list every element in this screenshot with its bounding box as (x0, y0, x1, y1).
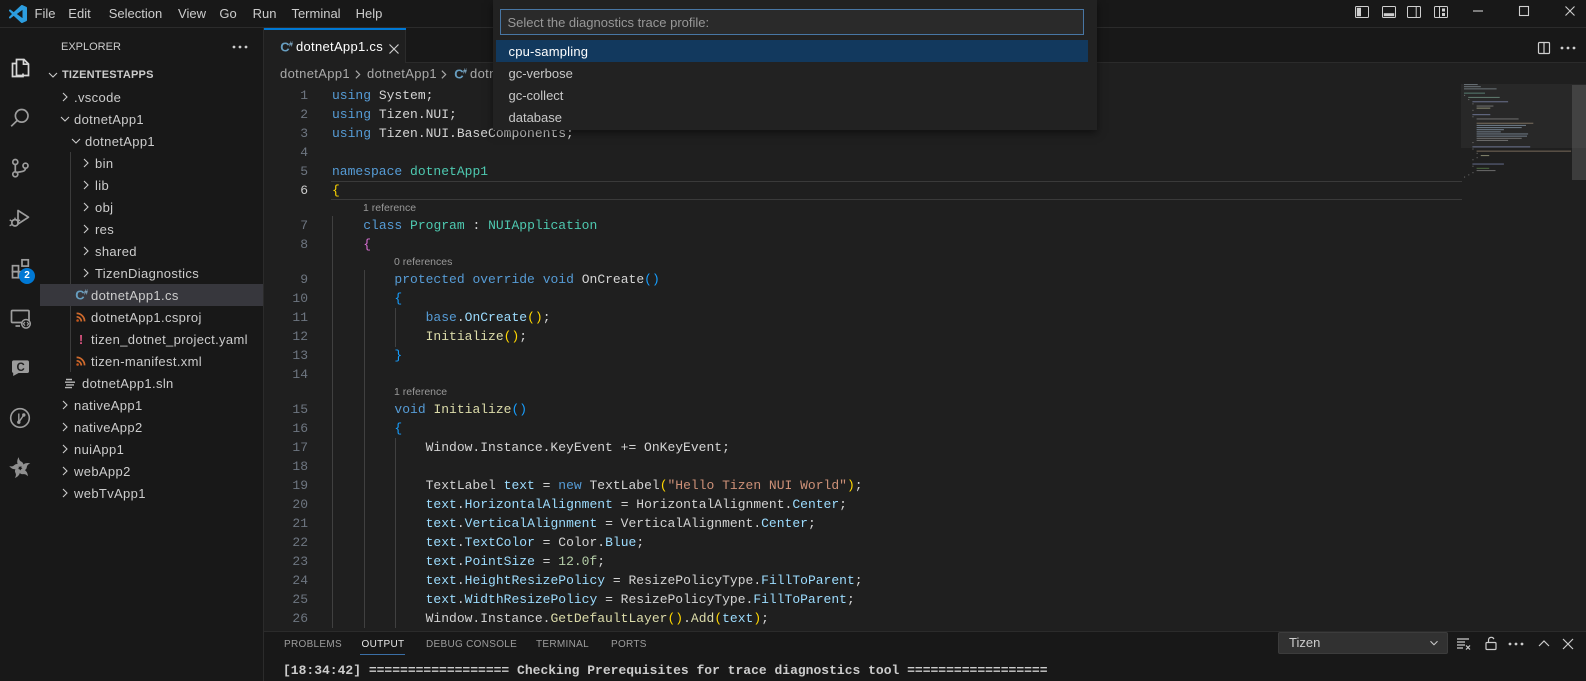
svg-text:#: # (84, 290, 88, 297)
svg-text:!: ! (79, 332, 83, 347)
svg-text:#: # (289, 42, 293, 49)
svg-text:C: C (16, 362, 24, 374)
svg-text:#: # (463, 69, 467, 76)
